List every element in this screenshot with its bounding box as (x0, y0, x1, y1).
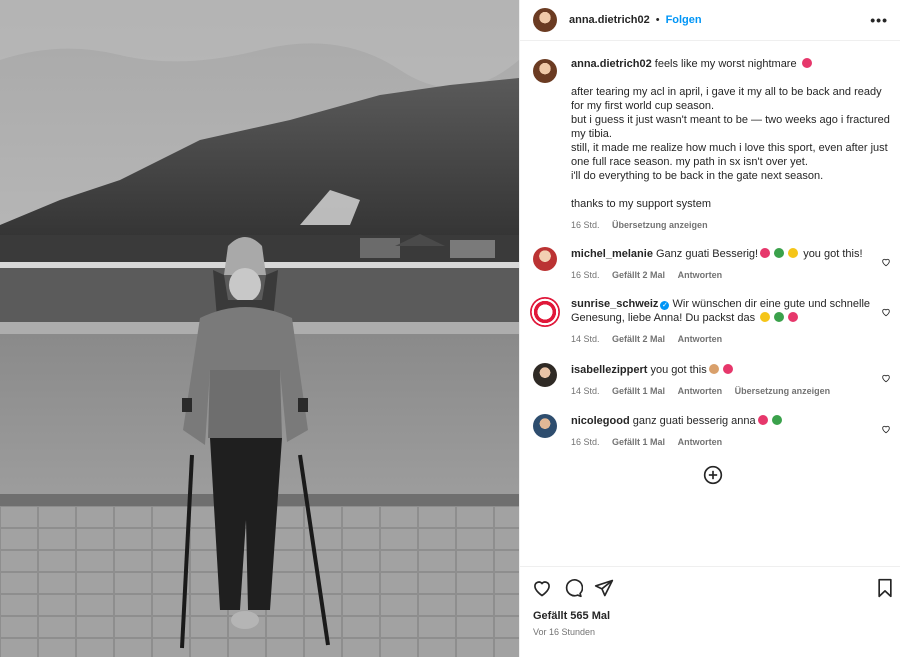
comment-item: michel_melanie Ganz guati Besserig! you … (533, 247, 895, 282)
caption-username[interactable]: anna.dietrich02 (571, 58, 652, 70)
comment-text: ganz guati besserig anna (632, 415, 756, 427)
caption-meta: 16 Std. Übersetzung anzeigen (571, 218, 891, 232)
reply-button[interactable]: Antworten (678, 334, 723, 344)
comment-like-heart-icon[interactable] (881, 307, 891, 317)
comment-text-line: michel_melanie Ganz guati Besserig! you … (571, 247, 871, 261)
caption-line-7: thanks to my support system (571, 198, 711, 210)
reply-button[interactable]: Antworten (678, 437, 723, 447)
post-header: anna.dietrich02 • Folgen ••• (520, 0, 900, 41)
star-emoji-icon (760, 312, 771, 322)
caption-line-4: still, it made me realize how much i lov… (571, 142, 888, 168)
reply-button[interactable]: Antworten (678, 386, 723, 396)
comment-meta: 14 Std. Gefällt 1 Mal Antworten Übersetz… (571, 384, 871, 398)
bookmark-icon[interactable] (875, 578, 895, 598)
author-username[interactable]: anna.dietrich02 (569, 14, 650, 26)
comment-likes[interactable]: Gefällt 1 Mal (612, 437, 665, 447)
clover-emoji-icon (771, 415, 782, 425)
likes-count[interactable]: Gefällt 565 Mal (533, 610, 610, 622)
comment-text: you got this (650, 364, 707, 376)
comment-meta: 16 Std. Gefällt 2 Mal Antworten (571, 268, 871, 282)
follow-button[interactable]: Folgen (666, 14, 702, 26)
post-photo (0, 0, 519, 657)
caption-line-5: i'll do everything to be back in the gat… (571, 170, 824, 182)
post-image (0, 0, 519, 657)
caption-line-1 (571, 71, 891, 85)
heart-emoji-icon (757, 415, 768, 425)
heart-icon[interactable] (532, 578, 552, 598)
post-side-panel: anna.dietrich02 • Folgen ••• anna.dietri… (519, 0, 900, 657)
commenter-avatar[interactable] (533, 414, 557, 438)
post-dialog: anna.dietrich02 • Folgen ••• anna.dietri… (0, 0, 900, 657)
commenter-avatar[interactable] (530, 297, 560, 327)
comment-text: Ganz guati Besserig! (656, 248, 759, 260)
comment-like-heart-icon[interactable] (881, 257, 891, 267)
comment-text-line: nicolegood ganz guati besserig anna (571, 414, 871, 428)
caption-line-3: but i guess it just wasn't meant to be —… (571, 114, 890, 140)
heart-emoji-icon (722, 364, 733, 374)
comment-text-line: sunrise_schweiz ✓ Wir wünschen dir eine g… (571, 297, 871, 325)
comment-likes[interactable]: Gefällt 2 Mal (612, 270, 665, 280)
commenter-avatar[interactable] (533, 247, 557, 271)
comment-text-tail: you got this! (803, 248, 863, 260)
author-avatar[interactable] (533, 8, 557, 32)
commenter-avatar[interactable] (533, 363, 557, 387)
clover-emoji-icon (774, 248, 785, 258)
caption-time[interactable]: 16 Std. (571, 220, 600, 230)
clover-emoji-icon (774, 312, 785, 322)
separator-dot: • (655, 14, 660, 26)
fingers-crossed-emoji-icon (788, 248, 799, 258)
more-options-icon[interactable]: ••• (870, 12, 888, 28)
comment-like-heart-icon[interactable] (881, 373, 891, 383)
post-actions: Gefällt 565 Mal Vor 16 Stunden (520, 566, 900, 657)
share-icon[interactable] (594, 578, 614, 598)
comment-item: sunrise_schweiz ✓ Wir wünschen dir eine g… (530, 297, 895, 346)
comment-username[interactable]: sunrise_schweiz (571, 298, 658, 310)
comment-meta: 16 Std. Gefällt 1 Mal Antworten (571, 435, 871, 449)
caption-avatar[interactable] (533, 59, 557, 83)
comment-time[interactable]: 16 Std. (571, 270, 600, 280)
comment-like-heart-icon[interactable] (881, 424, 891, 434)
caption-text-0: feels like my worst nightmare (654, 58, 797, 70)
post-caption: anna.dietrich02 feels like my worst nigh… (533, 57, 893, 232)
broken-heart-emoji-icon (801, 58, 812, 68)
comment-username[interactable]: isabellezippert (571, 364, 647, 376)
heart-emoji-icon (788, 312, 799, 322)
comment-username[interactable]: michel_melanie (571, 248, 653, 260)
caption-line-0: anna.dietrich02 feels like my worst nigh… (571, 57, 891, 71)
post-timestamp[interactable]: Vor 16 Stunden (533, 627, 595, 637)
comment-item: isabellezippert you got this 14 Std. Gef… (533, 363, 895, 398)
comment-time[interactable]: 14 Std. (571, 386, 600, 396)
comment-icon[interactable] (563, 578, 583, 598)
reply-button[interactable]: Antworten (678, 270, 723, 280)
verified-badge-icon: ✓ (660, 301, 670, 310)
heart-emoji-icon (760, 248, 771, 258)
comment-meta: 14 Std. Gefällt 2 Mal Antworten (571, 332, 871, 346)
comment-username[interactable]: nicolegood (571, 415, 630, 427)
caption-line-2: after tearing my acl in april, i gave it… (571, 86, 882, 112)
comment-text-line: isabellezippert you got this (571, 363, 871, 377)
comment-translate-link[interactable]: Übersetzung anzeigen (735, 386, 831, 396)
comment-likes[interactable]: Gefällt 2 Mal (612, 334, 665, 344)
comment-likes[interactable]: Gefällt 1 Mal (612, 386, 665, 396)
comment-item: nicolegood ganz guati besserig anna 16 S… (533, 414, 895, 449)
caption-translate-link[interactable]: Übersetzung anzeigen (612, 220, 708, 230)
comment-time[interactable]: 16 Std. (571, 437, 600, 447)
comment-time[interactable]: 14 Std. (571, 334, 600, 344)
plus-circle-icon[interactable] (703, 465, 723, 485)
caption-line-6 (571, 183, 891, 197)
flexed-biceps-emoji-icon (708, 364, 719, 374)
